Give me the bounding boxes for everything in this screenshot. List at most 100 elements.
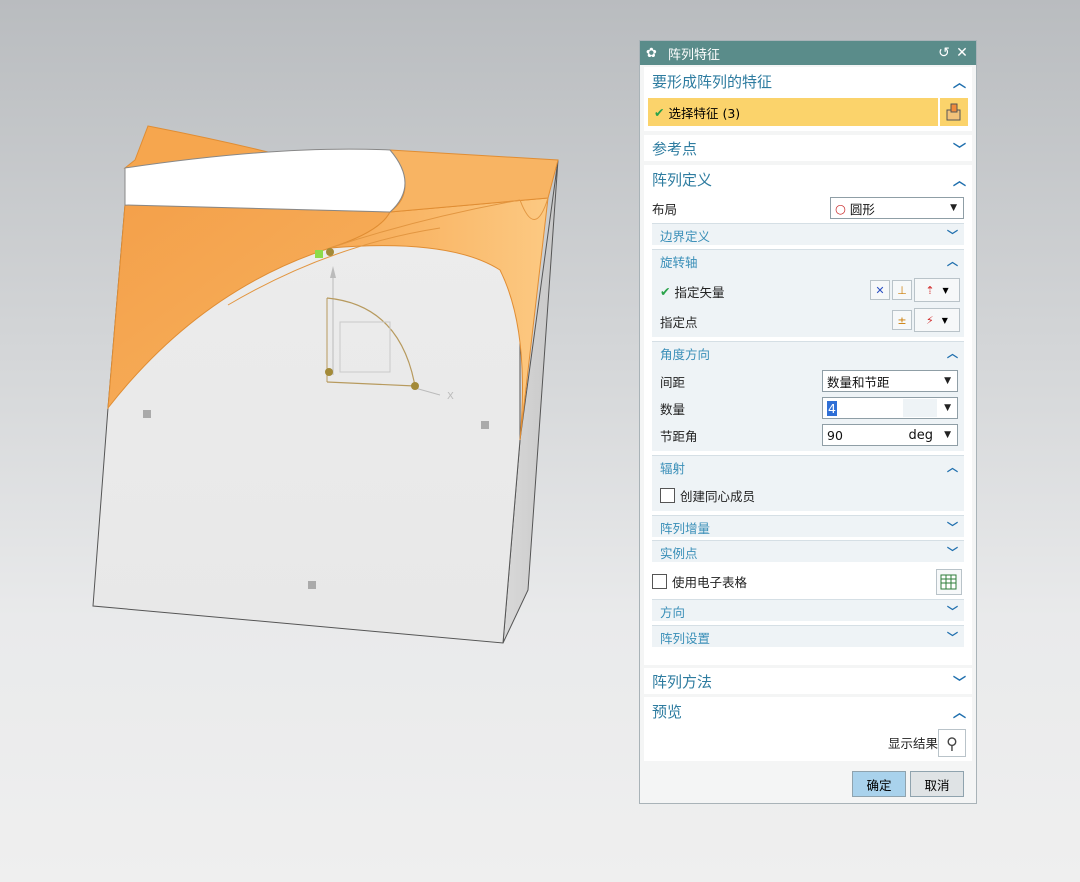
instance-point-title: 实例点 — [660, 545, 698, 561]
feature-select-icon — [946, 103, 961, 121]
instance-point-subsection: 实例点 ﹀ — [652, 540, 964, 562]
boundary-title: 边界定义 — [660, 228, 711, 244]
dropdown-arrow-icon: ▼ — [942, 285, 949, 295]
vector-direction-icon: ⇡ — [925, 283, 935, 297]
angle-direction-header[interactable]: 角度方向 ︿ — [652, 342, 964, 364]
handle-marker[interactable] — [143, 410, 151, 418]
dialog-title: 阵列特征 — [668, 47, 721, 63]
chevron-down-icon: ﹀ — [947, 546, 958, 559]
count-input-spinner-area — [903, 399, 937, 417]
checkmark-icon: ✔ — [654, 104, 665, 120]
chevron-up-icon: ︿ — [947, 255, 958, 268]
orientation-header[interactable]: 方向 ﹀ — [652, 600, 964, 622]
angle-direction-subsection: 角度方向 ︿ 间距 数量和节距 ▼ 数量 4 ▼ 节距角 90 deg ▼ — [652, 341, 964, 451]
pitch-unit: deg — [908, 427, 933, 443]
dropdown-arrow-icon: ▼ — [950, 203, 957, 213]
chevron-up-icon: ︿ — [952, 75, 966, 91]
array-definition-header[interactable]: 阵列定义 ︿ — [644, 165, 972, 193]
chevron-down-icon: ﹀ — [947, 605, 958, 618]
vector-dialog-button[interactable]: ✕ — [870, 280, 890, 300]
close-icon[interactable]: ✕ — [954, 45, 970, 61]
chevron-down-icon: ﹀ — [952, 142, 966, 158]
inferred-point-icon: ⚡ — [926, 313, 934, 327]
spreadsheet-label: 使用电子表格 — [672, 574, 748, 590]
concentric-row[interactable]: 创建同心成员 — [660, 484, 956, 506]
axis-icon: ⊥ — [897, 283, 907, 297]
point-dialog-button[interactable]: ± — [892, 310, 912, 330]
count-label: 数量 — [660, 401, 686, 417]
inferred-vector-button[interactable]: ⊥ — [892, 280, 912, 300]
magnifier-icon: ⚲ — [946, 733, 958, 753]
chevron-down-icon: ﹀ — [947, 521, 958, 534]
reference-point-section: 参考点 ﹀ — [644, 135, 972, 161]
handle-marker[interactable] — [308, 581, 316, 589]
pitch-input[interactable]: 90 deg ▼ — [822, 424, 958, 446]
handle-marker[interactable] — [481, 421, 489, 429]
show-result-row: 显示结果 — [888, 729, 938, 755]
array-definition-section: 阵列定义 ︿ 布局 ○ 圆形 ▼ 边界定义 ﹀ 旋转轴 ︿ ✔ 指定矢量 ✕ ⊥… — [644, 165, 972, 665]
preview-title: 预览 — [652, 702, 683, 721]
dropdown-arrow-icon: ▼ — [944, 376, 951, 386]
reset-icon[interactable]: ↺ — [936, 45, 952, 61]
show-result-button[interactable]: ⚲ — [938, 729, 966, 757]
checkmark-icon: ✔ — [660, 283, 671, 299]
spacing-value: 数量和节距 — [827, 374, 890, 390]
ok-button[interactable]: 确定 — [852, 771, 906, 797]
increment-title: 阵列增量 — [660, 520, 711, 536]
svg-text:X: X — [447, 391, 454, 402]
spreadsheet-checkbox[interactable] — [652, 573, 667, 589]
angle-direction-title: 角度方向 — [660, 346, 711, 362]
dropdown-arrow-icon: ▼ — [944, 430, 951, 440]
features-section: 要形成阵列的特征 ︿ ✔ 选择特征 (3) — [644, 67, 972, 131]
layout-dropdown[interactable]: ○ 圆形 ▼ — [830, 197, 964, 219]
reference-point-title: 参考点 — [652, 139, 698, 158]
chevron-up-icon: ︿ — [947, 347, 958, 360]
chevron-up-icon: ︿ — [947, 461, 958, 474]
array-method-title: 阵列方法 — [652, 672, 713, 691]
count-value: 4 — [827, 400, 837, 416]
spacing-label: 间距 — [660, 374, 686, 390]
show-result-label: 显示结果 — [887, 735, 938, 751]
instance-point-header[interactable]: 实例点 ﹀ — [652, 541, 964, 563]
cancel-button[interactable]: 取消 — [910, 771, 964, 797]
preview-section: 预览 ︿ 显示结果 ⚲ — [644, 697, 972, 761]
spacing-dropdown[interactable]: 数量和节距 ▼ — [822, 370, 958, 392]
layout-value: 圆形 — [849, 201, 875, 217]
features-section-header[interactable]: 要形成阵列的特征 ︿ — [644, 67, 972, 95]
array-definition-title: 阵列定义 — [652, 170, 713, 189]
array-method-header[interactable]: 阵列方法 ﹀ — [644, 668, 972, 694]
settings-title: 阵列设置 — [660, 630, 711, 646]
select-feature-label: 选择特征 (3) — [668, 105, 741, 121]
radiate-title: 辐射 — [660, 460, 686, 476]
orientation-title: 方向 — [660, 604, 686, 620]
chevron-down-icon: ﹀ — [947, 229, 958, 242]
vector-type-dropdown[interactable]: ⇡ ▼ — [914, 278, 960, 302]
concentric-checkbox[interactable] — [660, 487, 675, 503]
boundary-header[interactable]: 边界定义 ﹀ — [652, 224, 964, 246]
increment-header[interactable]: 阵列增量 ﹀ — [652, 516, 964, 538]
settings-header[interactable]: 阵列设置 ﹀ — [652, 626, 964, 648]
rotation-axis-subsection: 旋转轴 ︿ ✔ 指定矢量 ✕ ⊥ ⇡ ▼ 指定点 ± ⚡ ▼ — [652, 249, 964, 337]
concentric-label: 创建同心成员 — [680, 488, 756, 504]
boundary-subsection: 边界定义 ﹀ — [652, 223, 964, 245]
reference-point-header[interactable]: 参考点 ﹀ — [644, 135, 972, 161]
circle-icon: ○ — [835, 200, 846, 216]
radiate-header[interactable]: 辐射 ︿ — [652, 456, 964, 478]
spreadsheet-row[interactable]: 使用电子表格 — [652, 569, 964, 593]
settings-subsection: 阵列设置 ﹀ — [652, 625, 964, 647]
orientation-subsection: 方向 ﹀ — [652, 599, 964, 621]
specify-point-label: 指定点 — [660, 314, 698, 330]
pattern-feature-dialog: ✿ 阵列特征 ↺ ✕ 要形成阵列的特征 ︿ ✔ 选择特征 (3) 参考点 ﹀ 阵… — [639, 40, 977, 804]
spreadsheet-button[interactable] — [936, 569, 962, 595]
select-feature-button[interactable] — [940, 98, 968, 126]
count-input[interactable]: 4 ▼ — [822, 397, 958, 419]
layout-label: 布局 — [652, 201, 678, 217]
point-type-dropdown[interactable]: ⚡ ▼ — [914, 308, 960, 332]
point-icon: ± — [897, 313, 907, 327]
preview-header[interactable]: 预览 ︿ — [644, 697, 972, 725]
pitch-label: 节距角 — [660, 428, 698, 444]
select-feature-row[interactable]: ✔ 选择特征 (3) — [648, 98, 938, 126]
dialog-titlebar: ✿ 阵列特征 ↺ ✕ — [640, 41, 976, 65]
rotation-axis-header[interactable]: 旋转轴 ︿ — [652, 250, 964, 272]
dropdown-arrow-icon: ▼ — [944, 403, 951, 413]
